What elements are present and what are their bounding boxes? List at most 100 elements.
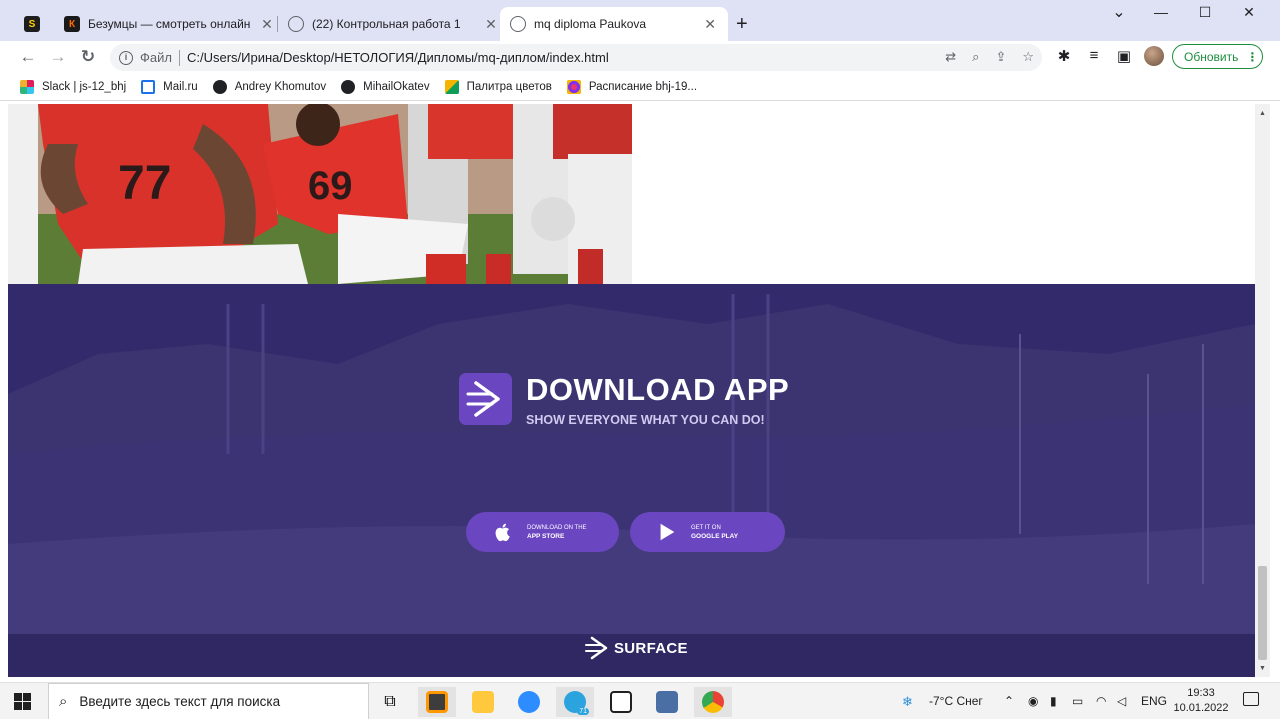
translate-icon[interactable]: ⇄ <box>945 49 956 65</box>
app-store-big: APP STORE <box>527 532 565 540</box>
app-store-small: DOWNLOAD ON THE <box>527 524 587 531</box>
app-store-text: DOWNLOAD ON THE APP STORE <box>527 524 587 541</box>
close-tab-icon[interactable]: ✕ <box>483 16 499 33</box>
search-placeholder: Введите здесь текст для поиска <box>79 694 281 709</box>
bookmark-palette[interactable]: Палитра цветов <box>444 79 552 94</box>
scroll-up-arrow-icon[interactable]: ▲ <box>1259 110 1266 117</box>
google-play-big: GOOGLE PLAY <box>691 532 739 540</box>
app-store-button[interactable]: DOWNLOAD ON THE APP STORE <box>466 512 619 552</box>
taskbar-telegram[interactable]: 71 <box>556 687 594 717</box>
info-icon[interactable]: i <box>119 50 133 65</box>
minimize-button[interactable]: — <box>1146 4 1176 20</box>
update-button[interactable]: Обновить ⋮ <box>1172 44 1263 69</box>
task-view-button[interactable]: ⧉ <box>371 687 409 717</box>
language-indicator[interactable]: ENG <box>1141 694 1167 708</box>
weather-icon[interactable]: ❄ <box>902 694 913 710</box>
sublime-icon <box>426 691 448 713</box>
scroll-down-arrow-icon[interactable]: ▼ <box>1259 665 1266 672</box>
bookmark-andrey[interactable]: Andrey Khomutov <box>212 79 327 94</box>
tab-title: Безумцы — смотреть онлайн в <box>88 17 253 31</box>
taskbar-zoom[interactable] <box>510 687 548 717</box>
bookmark-star-icon[interactable]: ☆ <box>1022 49 1034 65</box>
palette-icon <box>444 79 459 94</box>
taskbar-chrome[interactable] <box>694 687 732 717</box>
bookmark-mihail[interactable]: MihailOkatev <box>341 79 430 94</box>
surface-logo-icon <box>459 373 512 425</box>
share-icon[interactable]: ⇪ <box>995 49 1006 65</box>
football-players-photo: 77 69 <box>8 104 632 284</box>
volume-icon[interactable]: ◁ <box>1117 694 1126 708</box>
battery-icon[interactable]: ▭ <box>1072 694 1083 708</box>
download-title: DOWNLOAD APP <box>526 372 790 407</box>
taskbar-notion[interactable] <box>602 687 640 717</box>
page-scrollbar[interactable]: ▲ ▼ <box>1255 104 1270 677</box>
bookmark-label: Andrey Khomutov <box>234 80 327 93</box>
tray-overflow-icon[interactable]: ⌃ <box>1004 694 1014 708</box>
microphone-icon[interactable]: ▮ <box>1050 694 1057 708</box>
close-window-button[interactable]: ✕ <box>1234 4 1264 21</box>
taskbar-sublime[interactable] <box>418 687 456 717</box>
tab-mq-diploma[interactable]: mq diploma Paukova ✕ <box>500 7 728 41</box>
forward-button[interactable]: → <box>48 47 68 67</box>
github-icon <box>212 79 227 94</box>
windows-taskbar: ⌕ Введите здесь текст для поиска ⧉ 71 ❄ … <box>0 682 1280 719</box>
footer-brand[interactable]: SURFACE <box>584 635 688 661</box>
clock[interactable]: 19:33 10.01.2022 <box>1172 686 1230 716</box>
bookmarks-bar: Slack | js-12_bhj Mail.ru Andrey Khomuto… <box>0 73 1280 101</box>
tab-bezumtsy[interactable]: К Безумцы — смотреть онлайн в ✕ <box>54 7 285 41</box>
zoom-icon <box>518 691 540 713</box>
omnibox-icons: ⇄ ⌕ ⇪ ☆ <box>945 49 1034 65</box>
profile-avatar[interactable] <box>1144 46 1164 66</box>
kinopoisk-icon: К <box>64 16 80 32</box>
new-tab-button[interactable]: + <box>736 13 748 36</box>
google-play-button[interactable]: GET IT ON GOOGLE PLAY <box>630 512 785 552</box>
svg-text:69: 69 <box>308 164 353 208</box>
reload-button[interactable]: ↻ <box>78 47 98 67</box>
s-favicon-icon: S <box>24 16 40 32</box>
tab-kontrolnaya[interactable]: (22) Контрольная работа 1 ✕ <box>278 7 509 41</box>
address-bar[interactable]: i Файл C:/Users/Ирина/Desktop/НЕТОЛОГИЯ/… <box>110 44 1042 71</box>
taskbar-remote[interactable] <box>648 687 686 717</box>
bookmark-label: Mail.ru <box>163 80 198 93</box>
tab-title: mq diploma Paukova <box>534 17 647 31</box>
wifi-icon[interactable]: ◠ <box>1096 694 1106 708</box>
side-panel-icon[interactable]: ▣ <box>1114 47 1134 65</box>
schedule-icon <box>566 79 581 94</box>
notifications-icon[interactable] <box>1243 692 1259 706</box>
windows-start-icon[interactable] <box>14 693 31 710</box>
task-view-icon: ⧉ <box>384 693 396 710</box>
search-icon: ⌕ <box>59 693 68 710</box>
url-text[interactable]: C:/Users/Ирина/Desktop/НЕТОЛОГИЯ/Дипломы… <box>187 50 609 65</box>
bookmark-schedule[interactable]: Расписание bhj-19... <box>566 79 697 94</box>
page-viewport: 77 69 DOWNLOAD APP SHOW EVERYONE WHAT YO… <box>8 104 1255 677</box>
bookmark-mail[interactable]: Mail.ru <box>141 79 198 94</box>
notion-icon <box>610 691 632 713</box>
bookmark-label: MihailOkatev <box>363 80 430 93</box>
bookmark-slack[interactable]: Slack | js-12_bhj <box>20 79 126 94</box>
tab-search-button[interactable]: ⌄ <box>1104 2 1134 22</box>
maximize-button[interactable]: ☐ <box>1190 4 1220 21</box>
close-tab-icon[interactable]: ✕ <box>702 16 718 33</box>
github-icon <box>341 79 356 94</box>
folder-icon <box>472 691 494 713</box>
slack-icon <box>20 79 34 94</box>
close-tab-icon[interactable]: ✕ <box>259 16 275 33</box>
google-play-small: GET IT ON <box>691 524 721 531</box>
chrome-icon <box>702 691 724 713</box>
scrollbar-thumb[interactable] <box>1258 566 1267 660</box>
meet-icon[interactable]: ◉ <box>1028 694 1038 708</box>
zoom-icon[interactable]: ⌕ <box>972 49 979 65</box>
taskbar-explorer[interactable] <box>464 687 502 717</box>
menu-kebab-icon[interactable]: ⋮ <box>1246 50 1258 64</box>
extensions-icon[interactable]: ✱ <box>1054 47 1074 65</box>
back-button[interactable]: ← <box>18 47 38 67</box>
surface-arrow-icon <box>466 381 500 417</box>
media-control-icon[interactable]: ≡ <box>1084 47 1104 64</box>
taskbar-search[interactable]: ⌕ Введите здесь текст для поиска <box>48 683 369 719</box>
tab-pinned[interactable]: S <box>14 7 54 41</box>
google-play-icon <box>660 523 675 541</box>
url-prefix: Файл <box>140 50 172 65</box>
clock-date: 10.01.2022 <box>1173 702 1229 714</box>
weather-text[interactable]: -7°C Снег <box>929 694 983 708</box>
download-app-section: DOWNLOAD APP SHOW EVERYONE WHAT YOU CAN … <box>8 284 1255 677</box>
